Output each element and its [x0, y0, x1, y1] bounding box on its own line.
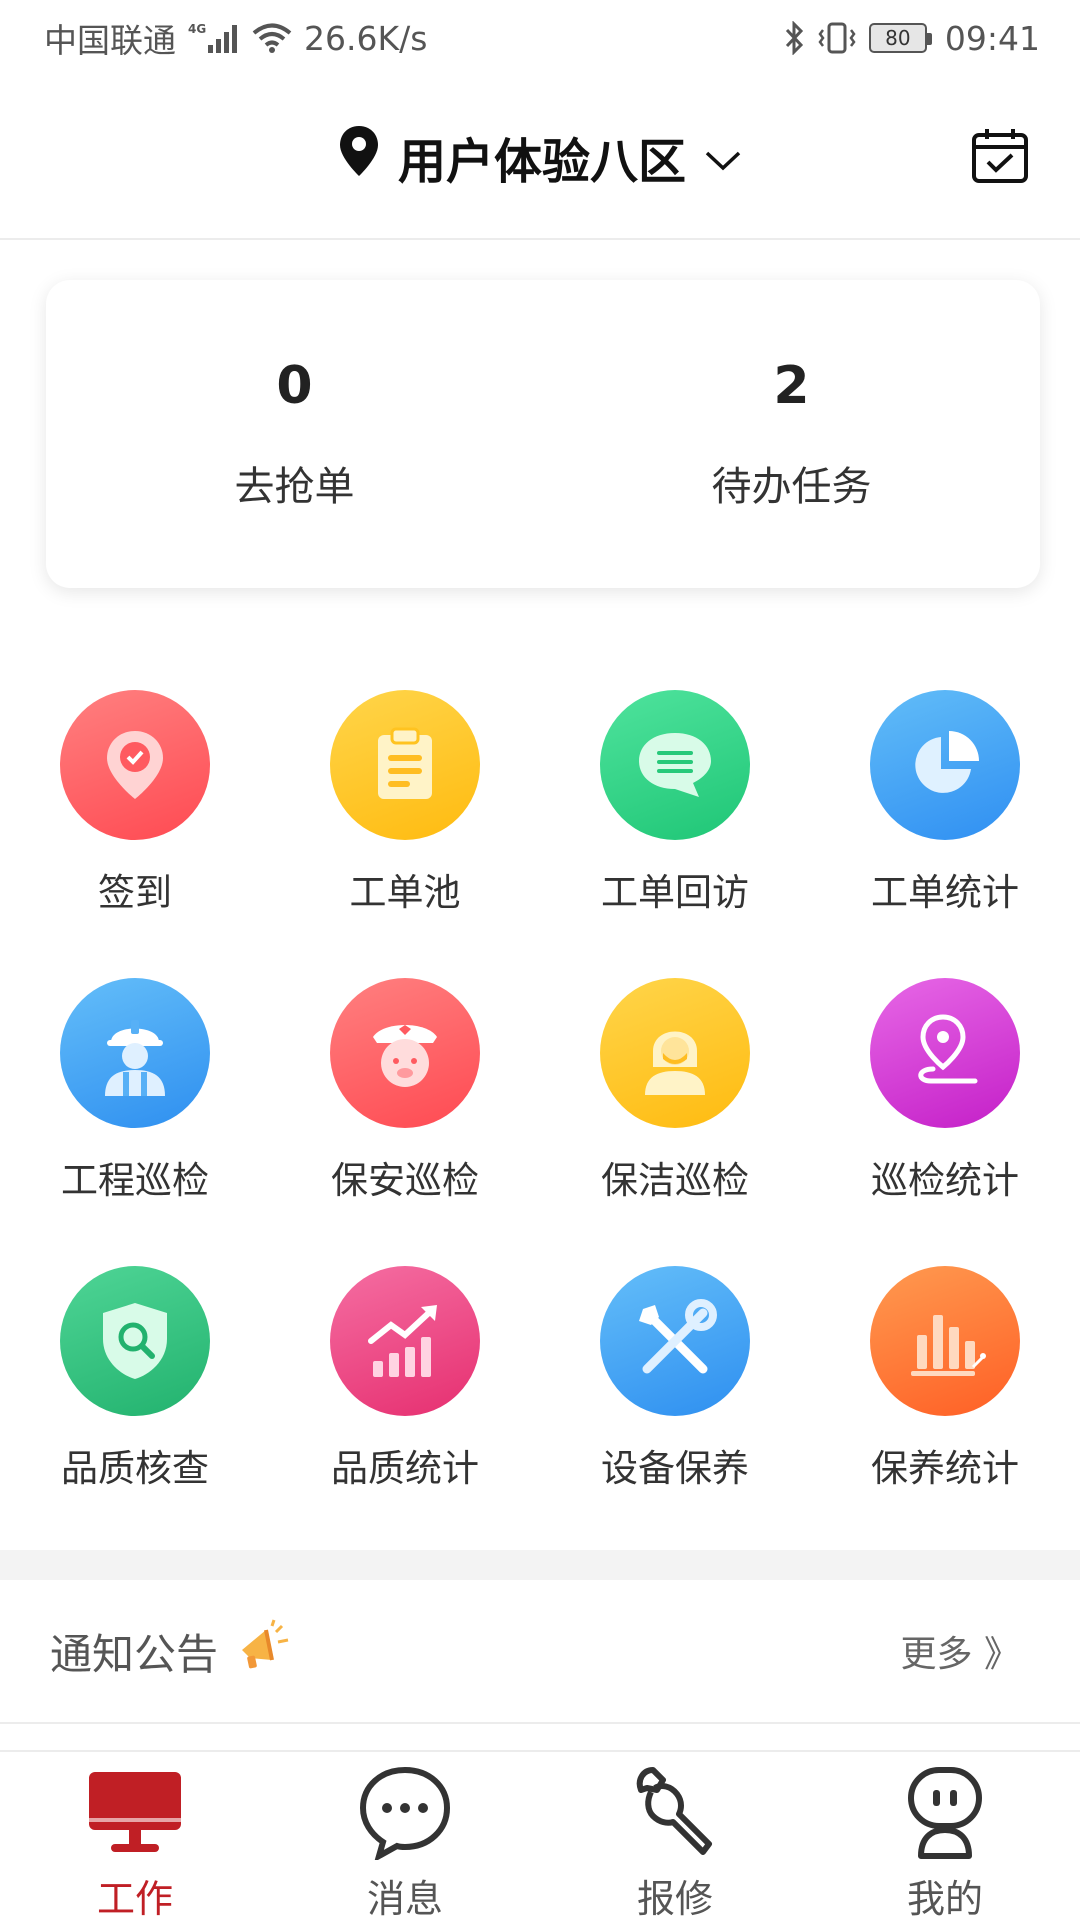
monitor-icon — [85, 1764, 185, 1860]
pie-chart-icon — [870, 690, 1020, 840]
grid-item-engineering-patrol[interactable]: 工程巡检 — [0, 978, 270, 1204]
notice-section: 通知公告 更多 》 — [0, 1580, 1080, 1724]
summary-card: 0 去抢单 2 待办任务 — [46, 280, 1040, 588]
pending-task-label: 待办任务 — [711, 464, 872, 510]
network-speed: 26.6K/s — [304, 18, 428, 58]
bluetooth-icon — [783, 21, 805, 55]
grid-item-cleaning-patrol[interactable]: 保洁巡检 — [540, 978, 810, 1204]
location-pin-icon — [338, 125, 380, 189]
message-icon — [355, 1764, 455, 1860]
grid-item-order-revisit[interactable]: 工单回访 — [540, 690, 810, 916]
tab-repair[interactable]: 报修 — [540, 1752, 810, 1920]
more-link[interactable]: 更多 》 — [901, 1625, 1020, 1677]
megaphone-icon — [236, 1618, 292, 1684]
bottom-nav: 工作 消息 报修 我的 — [0, 1750, 1080, 1920]
shield-search-icon — [60, 1266, 210, 1416]
calendar-check-icon — [972, 129, 1028, 183]
location-name: 用户体验八区 — [397, 134, 686, 190]
wrench-icon — [625, 1764, 725, 1860]
location-check-icon — [60, 690, 210, 840]
grid-item-quality-check[interactable]: 品质核查 — [0, 1266, 270, 1492]
calendar-check-button[interactable] — [970, 127, 1030, 187]
battery-icon: 80 — [868, 23, 932, 53]
grid-item-quality-stats[interactable]: 品质统计 — [270, 1266, 540, 1492]
grid-item-security-patrol[interactable]: 保安巡检 — [270, 978, 540, 1204]
vibrate-icon — [817, 21, 857, 55]
grab-order-label: 去抢单 — [234, 464, 355, 510]
clipboard-icon — [330, 690, 480, 840]
grid-item-maintenance-stats[interactable]: 保养统计 — [810, 1266, 1080, 1492]
grid-item-order-pool[interactable]: 工单池 — [270, 690, 540, 916]
profile-icon — [895, 1764, 995, 1860]
svg-text:4G: 4G — [188, 22, 206, 36]
pending-task-count: 2 — [773, 356, 810, 416]
grab-order-summary[interactable]: 0 去抢单 — [46, 280, 543, 588]
carrier-label: 中国联通 — [44, 21, 176, 60]
security-guard-icon — [330, 978, 480, 1128]
status-bar: 中国联通 4G 26.6K/s 80 09:41 — [0, 0, 1080, 76]
clock: 09:41 — [944, 18, 1040, 58]
bar-chart-icon — [870, 1266, 1020, 1416]
tab-message[interactable]: 消息 — [270, 1752, 540, 1920]
wifi-icon — [252, 22, 292, 54]
trend-chart-icon — [330, 1266, 480, 1416]
tools-icon — [600, 1266, 750, 1416]
tab-work[interactable]: 工作 — [0, 1752, 270, 1920]
grid-item-order-stats[interactable]: 工单统计 — [810, 690, 1080, 916]
function-grid: 签到 工单池 工单回访 工单统计 工程巡检 保安巡检 保洁巡检 巡检统计 品质核… — [0, 690, 1080, 1492]
notice-title: 通知公告 — [50, 1618, 292, 1684]
cleaner-icon — [600, 978, 750, 1128]
section-divider — [0, 1550, 1080, 1580]
tab-mine[interactable]: 我的 — [810, 1752, 1080, 1920]
location-selector[interactable]: 用户体验八区 — [338, 122, 742, 192]
page-header: 用户体验八区 — [0, 76, 1080, 240]
pending-task-summary[interactable]: 2 待办任务 — [543, 280, 1040, 588]
grid-item-equipment-maintenance[interactable]: 设备保养 — [540, 1266, 810, 1492]
signal-icon: 4G — [188, 21, 240, 55]
chat-bubble-icon — [600, 690, 750, 840]
grid-item-patrol-stats[interactable]: 巡检统计 — [810, 978, 1080, 1204]
grab-order-count: 0 — [276, 356, 313, 416]
route-pin-icon — [870, 978, 1020, 1128]
chevron-down-icon — [704, 129, 742, 185]
grid-item-checkin[interactable]: 签到 — [0, 690, 270, 916]
app-screen: 中国联通 4G 26.6K/s 80 09:41 用户体验八区 0 去抢单 2 … — [0, 0, 1080, 1920]
engineer-icon — [60, 978, 210, 1128]
